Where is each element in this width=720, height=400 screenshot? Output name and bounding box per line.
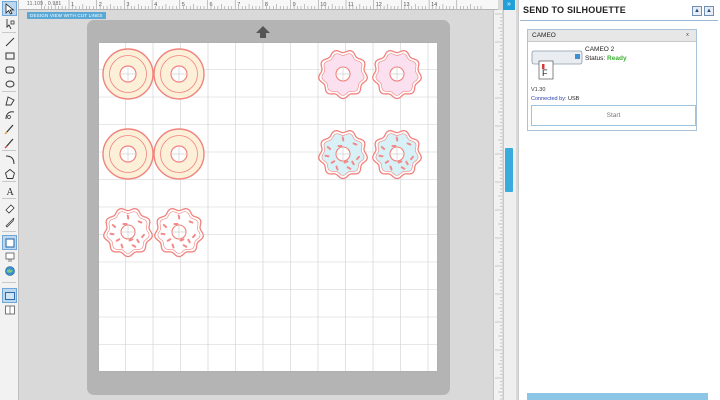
ellipse-icon[interactable] — [3, 77, 16, 90]
ruler-tick-label: 12 — [376, 2, 382, 8]
ruler-tick-label: 1 — [71, 2, 74, 8]
scrollbar-thumb[interactable] — [505, 148, 513, 192]
ruler-tick-label: 11 — [348, 2, 354, 8]
cursor-coordinates: 11.109 , 0.981 — [27, 1, 62, 7]
donut-shape[interactable] — [153, 128, 205, 180]
donut-shape[interactable] — [153, 48, 205, 100]
ruler-tick-label: 10 — [320, 2, 326, 8]
device-card-close-button[interactable]: x — [684, 32, 691, 39]
ruler-tick-label: 2 — [99, 2, 102, 8]
panel-collapse-button[interactable]: ▲ — [704, 6, 714, 16]
ruler-tick-label: 3 — [126, 2, 129, 8]
ruler-tick-label: 8 — [265, 2, 268, 8]
rounded-rectangle-icon[interactable] — [3, 63, 16, 76]
svg-text:A: A — [6, 187, 14, 197]
cutter-device-icon: F — [531, 50, 583, 80]
rectangle-icon[interactable] — [3, 49, 16, 62]
cut-view-icon[interactable] — [3, 250, 16, 263]
ruler-tick-label: 7 — [237, 2, 240, 8]
start-button[interactable]: Start — [531, 105, 696, 126]
donut-shape[interactable] — [318, 50, 368, 100]
vertical-scrollbar[interactable] — [503, 0, 516, 400]
pointer-icon[interactable] — [2, 1, 17, 16]
arc-icon[interactable] — [3, 153, 16, 166]
panel-divider — [520, 20, 718, 21]
tool-palette: A — [0, 0, 19, 400]
device-status: Status: Ready — [585, 55, 627, 62]
vertical-ruler — [493, 10, 502, 400]
connection-value: USB — [568, 96, 580, 102]
ruler-tick-label: 6 — [210, 2, 213, 8]
ruler-tick-label: 13 — [403, 2, 409, 8]
page-view-icon[interactable] — [2, 235, 17, 250]
svg-text:F: F — [542, 68, 548, 78]
store-icon[interactable] — [2, 288, 17, 303]
send-button-bar[interactable] — [527, 393, 708, 400]
line-icon[interactable] — [3, 35, 16, 48]
device-card-title: CAMEO — [532, 32, 556, 39]
freehand-icon[interactable] — [3, 122, 16, 135]
donut-shape[interactable] — [102, 128, 154, 180]
status-label: Status: — [585, 55, 606, 62]
eraser-icon[interactable] — [3, 201, 16, 214]
ruler-tick-label: 4 — [154, 2, 157, 8]
horizontal-ruler: 1 2 3 4 5 6 7 8 9 10 11 12 13 14 — [19, 0, 498, 10]
library-icon[interactable] — [3, 264, 16, 277]
regular-polygon-icon[interactable] — [3, 167, 16, 180]
ruler-tick-label: 5 — [182, 2, 185, 8]
design-page-grid[interactable] — [98, 42, 438, 372]
connection-label: Connected by: — [531, 96, 567, 102]
status-value: Ready — [607, 55, 627, 62]
ruler-tick-label: 14 — [431, 2, 437, 8]
donut-shape[interactable] — [318, 130, 368, 180]
text-icon[interactable]: A — [3, 184, 16, 197]
design-view-tab[interactable]: DESIGN VIEW WITH CUT LINES — [27, 12, 106, 19]
ruler-tick-label: 9 — [293, 2, 296, 8]
smooth-freehand-icon[interactable] — [3, 136, 16, 149]
panel-up-button[interactable]: ▲ — [692, 6, 702, 16]
edit-points-icon[interactable] — [3, 17, 16, 30]
mat-feed-arrow-icon — [256, 26, 270, 38]
donut-shape[interactable] — [372, 130, 422, 180]
donut-shape[interactable] — [103, 208, 153, 258]
donut-shape[interactable] — [154, 208, 204, 258]
curve-icon[interactable] — [3, 108, 16, 121]
send-icon[interactable] — [3, 303, 16, 316]
connection-info: Connected by: USB — [531, 96, 579, 102]
device-name: CAMEO 2 — [585, 46, 615, 53]
panel-title: SEND TO SILHOUETTE — [523, 5, 626, 15]
expand-panel-icon[interactable]: » — [503, 0, 515, 10]
donut-shape[interactable] — [372, 50, 422, 100]
knife-icon[interactable] — [3, 215, 16, 228]
firmware-version: V1.30 — [531, 87, 546, 93]
polygon-icon[interactable] — [3, 94, 16, 107]
donut-shape[interactable] — [102, 48, 154, 100]
